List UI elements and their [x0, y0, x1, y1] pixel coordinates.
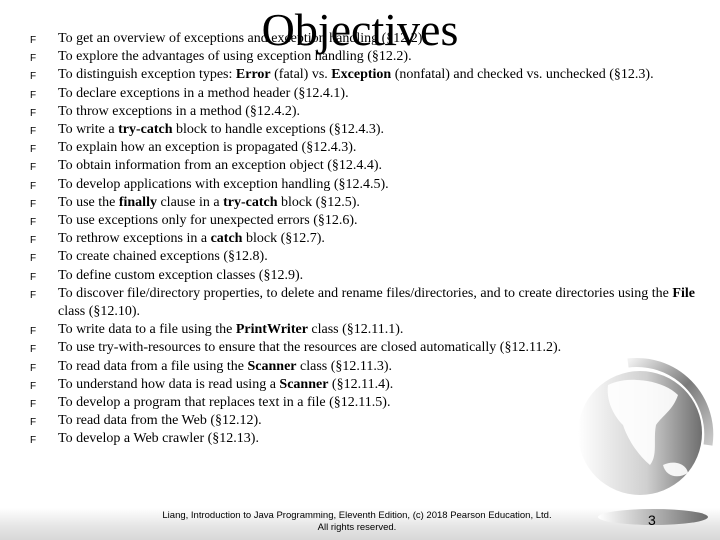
text-run: To throw exceptions in a method (§12.4.2…: [58, 103, 301, 119]
text-run: To use the: [58, 194, 119, 210]
text-run: clause in a: [156, 194, 224, 210]
keyword: finally: [118, 194, 157, 210]
text-run: To obtain information from an exception …: [58, 158, 383, 174]
footer-citation: Liang, Introduction to Java Programming,…: [147, 510, 567, 534]
text-run: To develop applications with exception h…: [58, 176, 389, 192]
objective-item: F To explore the advantages of using exce…: [0, 48, 720, 66]
objective-item: F To develop a program that replaces text…: [0, 394, 720, 412]
objective-text: To read data from a file using the Scann…: [58, 358, 700, 376]
objective-text: To develop a Web crawler (§12.13).: [58, 430, 700, 448]
text-run: class (§12.11.3).: [296, 358, 393, 374]
text-run: To read data from the Web (§12.12).: [58, 413, 262, 429]
objective-text: To obtain information from an exception …: [58, 157, 700, 175]
objective-text: To develop a program that replaces text …: [58, 394, 700, 412]
objective-item: F To read data from the Web (§12.12).: [0, 412, 720, 430]
text-run: To declare exceptions in a method header…: [58, 85, 349, 101]
text-run: (nonfatal) and checked vs. unchecked (§1…: [391, 67, 654, 83]
objective-text: To write a try-catch block to handle exc…: [58, 121, 700, 139]
objective-item: F To rethrow exceptions in a catch block …: [0, 230, 720, 248]
text-run: To get an overview of exceptions and exc…: [58, 31, 426, 46]
text-run: To write data to a file using the: [58, 322, 236, 338]
objective-text: To declare exceptions in a method header…: [58, 85, 700, 103]
objective-item: F To develop applications with exception …: [0, 176, 720, 194]
objective-text: To use the finally clause in a try-catch…: [58, 194, 700, 212]
keyword: Scanner: [247, 358, 297, 374]
keyword: try-catch: [223, 194, 278, 210]
text-run: class (§12.11.1).: [307, 322, 404, 338]
keyword: Scanner: [279, 376, 329, 392]
objective-text: To define custom exception classes (§12.…: [58, 267, 700, 285]
keyword: try-catch: [118, 122, 173, 138]
footer-line-1: Liang, Introduction to Java Programming,…: [162, 510, 552, 521]
objective-text: To develop applications with exception h…: [58, 176, 700, 194]
text-run: To create chained exceptions (§12.8).: [58, 249, 268, 265]
objective-item: F To declare exceptions in a method heade…: [0, 85, 720, 103]
keyword: Exception: [331, 67, 392, 83]
objective-text: To explain how an exception is propagate…: [58, 139, 700, 157]
bullet-icon: F: [30, 435, 37, 447]
objective-item: F To write data to a file using the Print…: [0, 321, 720, 339]
objective-item: F To obtain information from an exception…: [0, 157, 720, 175]
objective-item: F To discover file/directory properties, …: [0, 285, 720, 321]
objective-item: F To get an overview of exceptions and ex…: [0, 30, 720, 48]
objective-item: F To explain how an exception is propagat…: [0, 139, 720, 157]
objective-text: To distinguish exception types: Error (f…: [58, 66, 700, 84]
text-run: To explain how an exception is propagate…: [58, 140, 357, 156]
objective-text: To discover file/directory properties, t…: [58, 285, 700, 321]
text-run: To explore the advantages of using excep…: [58, 49, 412, 65]
objective-item: F To throw exceptions in a method (§12.4.…: [0, 103, 720, 121]
footer-line-2: All rights reserved.: [317, 522, 397, 533]
bullet-icon: F: [30, 289, 37, 301]
objective-item: F To read data from a file using the Scan…: [0, 358, 720, 376]
text-run: (fatal) vs.: [270, 67, 332, 83]
text-run: To read data from a file using the: [58, 358, 248, 374]
text-run: To use try-with-resources to ensure that…: [58, 340, 562, 356]
text-run: block (§12.7).: [242, 231, 325, 247]
objective-text: To understand how data is read using a S…: [58, 376, 700, 394]
keyword: Error: [235, 67, 271, 83]
objective-item: F To use the finally clause in a try-catc…: [0, 194, 720, 212]
objective-item: F To understand how data is read using a …: [0, 376, 720, 394]
text-run: To understand how data is read using a: [58, 376, 280, 392]
slide: Objectives F To get an overview of except…: [0, 0, 720, 540]
objective-item: F To develop a Web crawler (§12.13).: [0, 430, 720, 448]
text-run: block (§12.5).: [277, 194, 360, 210]
objective-text: To throw exceptions in a method (§12.4.2…: [58, 103, 700, 121]
objective-text: To explore the advantages of using excep…: [58, 48, 700, 66]
text-run: To use exceptions only for unexpected er…: [58, 213, 358, 229]
keyword: catch: [210, 231, 243, 247]
objective-item: F To distinguish exception types: Error (…: [0, 66, 720, 84]
text-run: To develop a Web crawler (§12.13).: [58, 431, 259, 447]
objective-text: To use try-with-resources to ensure that…: [58, 339, 700, 357]
keyword: PrintWriter: [235, 322, 308, 338]
objective-text: To get an overview of exceptions and exc…: [58, 30, 700, 48]
objective-text: To write data to a file using the PrintW…: [58, 321, 700, 339]
text-run: To discover file/directory properties, t…: [58, 285, 673, 301]
objective-item: F To define custom exception classes (§12…: [0, 267, 720, 285]
objectives-list: F To get an overview of exceptions and ex…: [0, 30, 720, 449]
text-run: To rethrow exceptions in a: [58, 231, 211, 247]
objective-text: To read data from the Web (§12.12).: [58, 412, 700, 430]
objective-item: F To write a try-catch block to handle ex…: [0, 121, 720, 139]
text-run: To write a: [58, 122, 119, 138]
text-run: block to handle exceptions (§12.4.3).: [172, 122, 384, 138]
objective-text: To use exceptions only for unexpected er…: [58, 212, 700, 230]
text-run: (§12.11.4).: [328, 376, 394, 392]
objective-item: F To use try-with-resources to ensure tha…: [0, 339, 720, 357]
text-run: class (§12.10).: [58, 304, 141, 320]
page-number: 3: [648, 512, 656, 528]
keyword: File: [672, 285, 695, 301]
objective-item: F To use exceptions only for unexpected e…: [0, 212, 720, 230]
text-run: To develop a program that replaces text …: [58, 395, 391, 411]
objective-text: To create chained exceptions (§12.8).: [58, 248, 700, 266]
objective-text: To rethrow exceptions in a catch block (…: [58, 230, 700, 248]
objective-item: F To create chained exceptions (§12.8).: [0, 248, 720, 266]
text-run: To define custom exception classes (§12.…: [58, 267, 304, 283]
text-run: To distinguish exception types:: [58, 67, 236, 83]
globe-stand-icon: [598, 509, 708, 525]
